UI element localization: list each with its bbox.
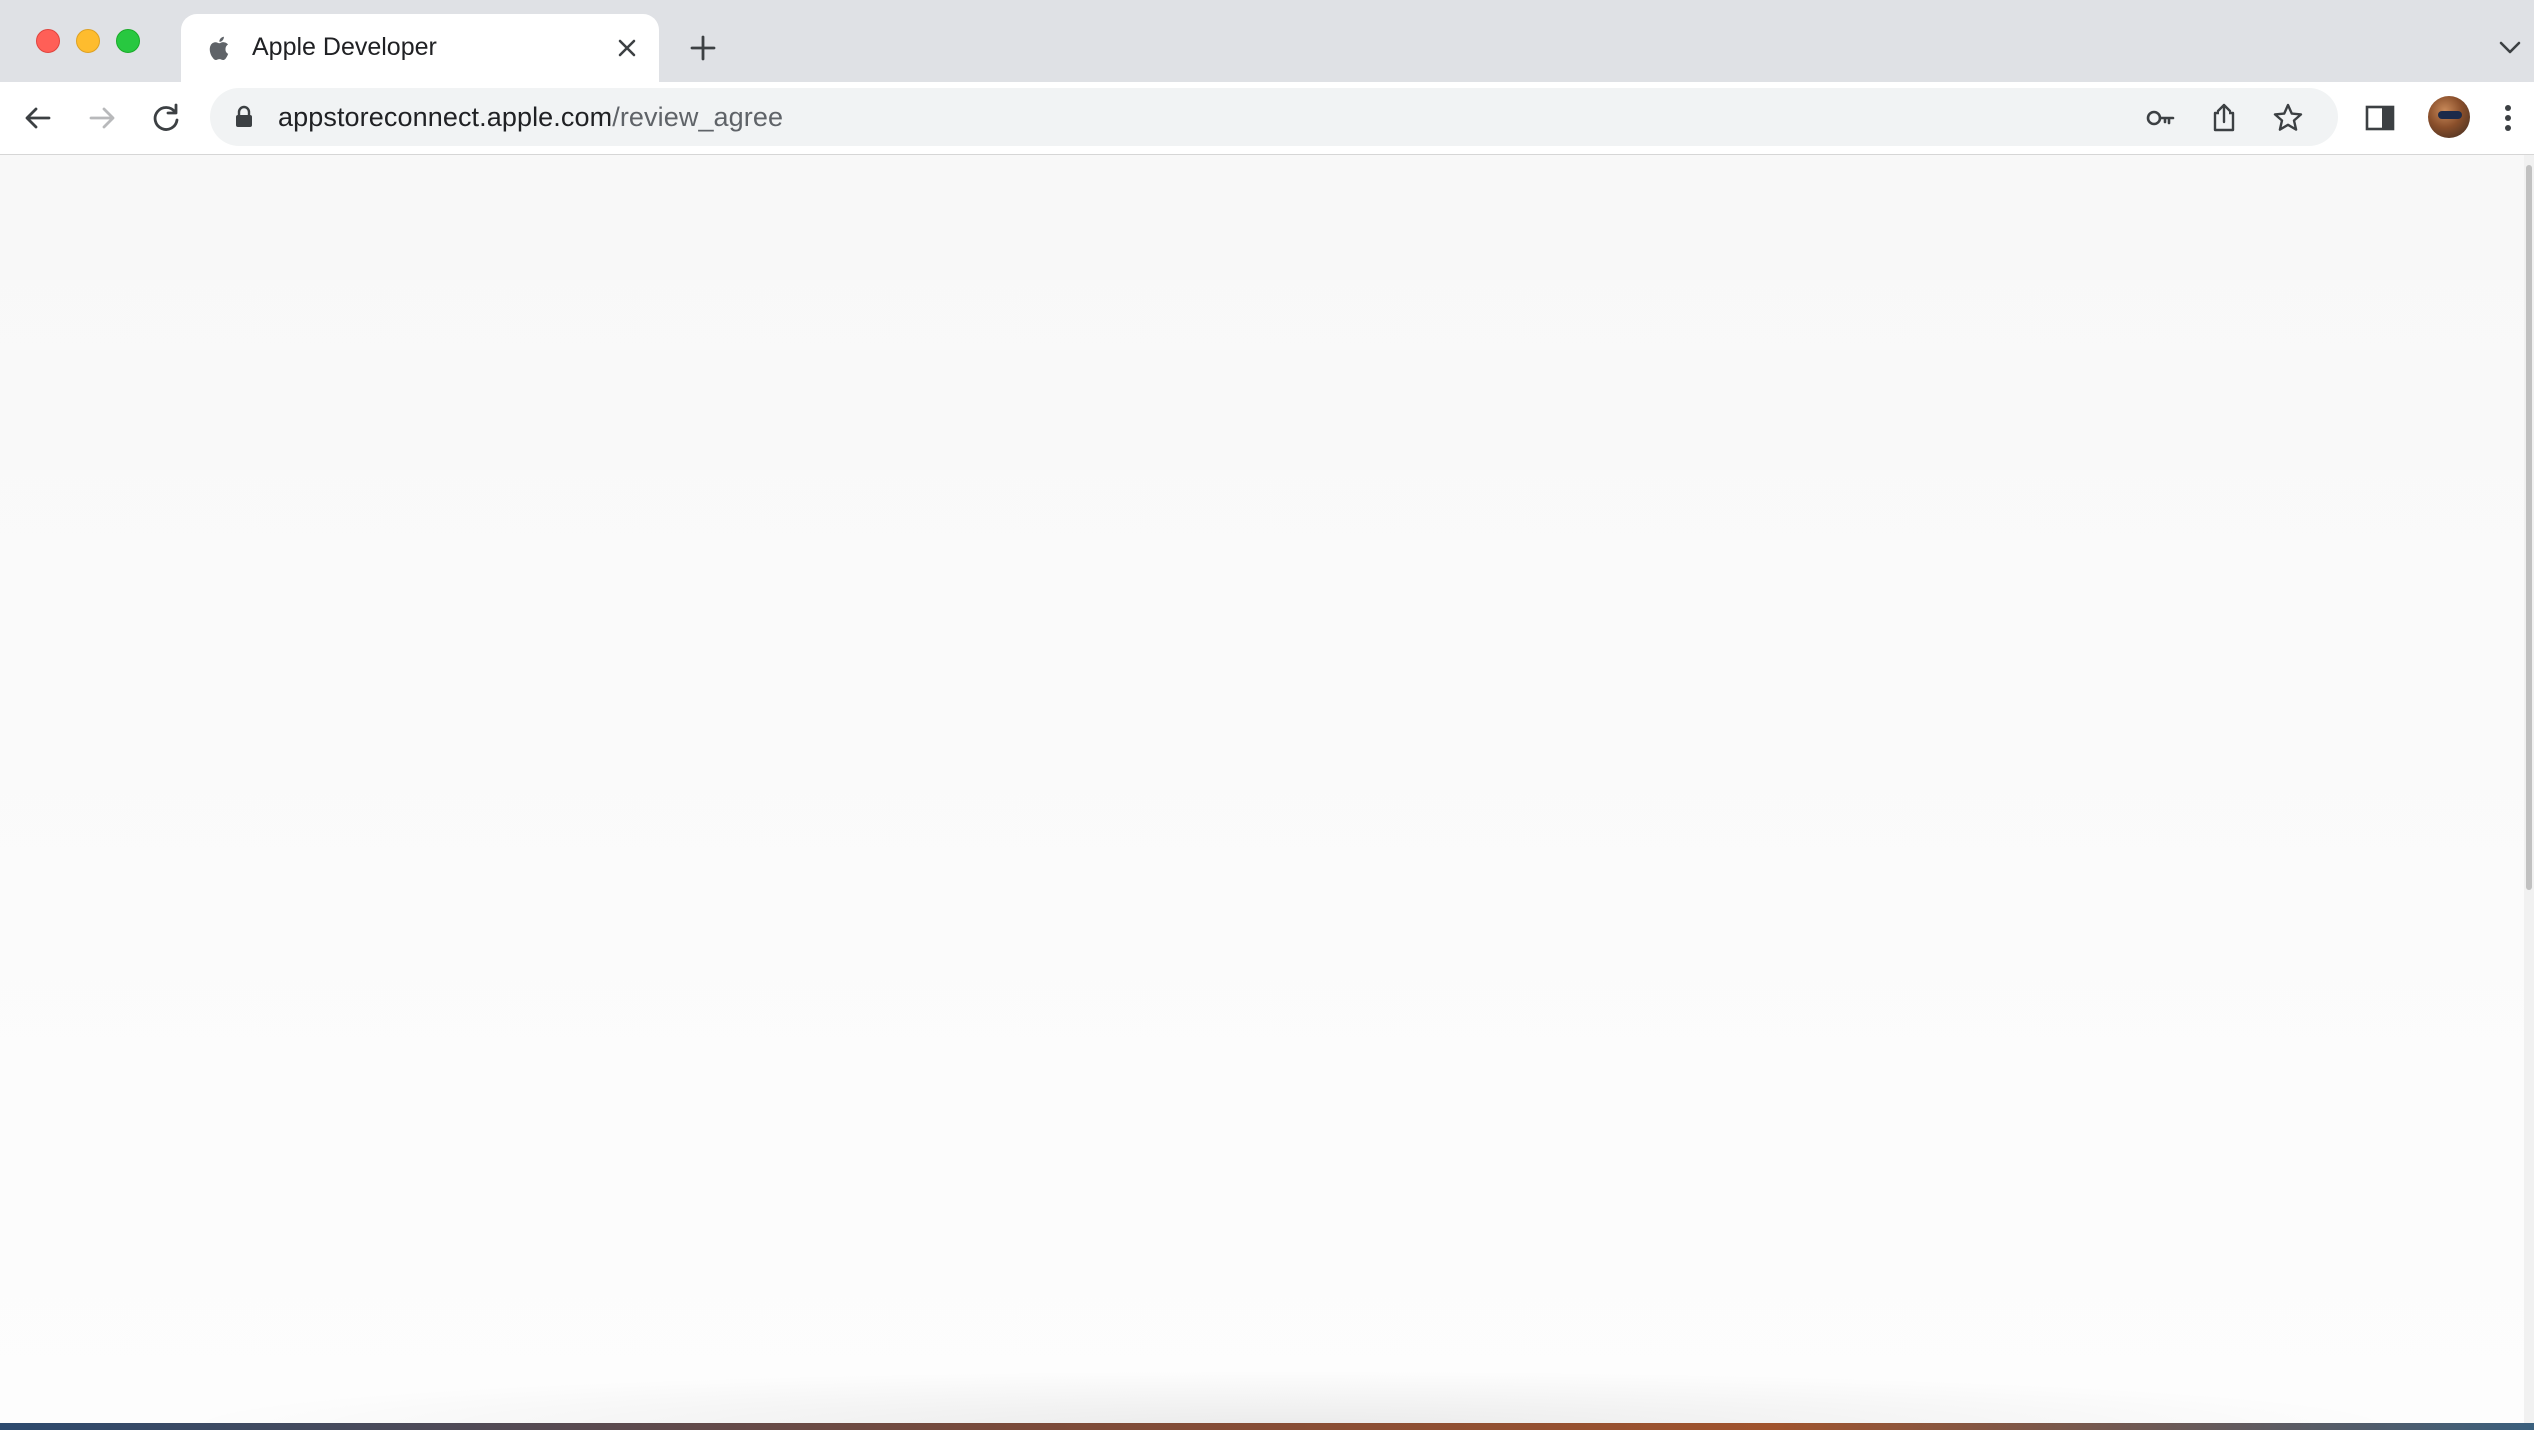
minimize-window-button[interactable]: [76, 29, 100, 53]
lock-icon[interactable]: [234, 105, 254, 129]
scrollbar-thumb[interactable]: [2526, 165, 2532, 890]
share-icon[interactable]: [2208, 102, 2240, 134]
more-vert-icon[interactable]: [2490, 100, 2526, 136]
back-arrow-icon[interactable]: [20, 100, 56, 136]
avatar[interactable]: [2428, 96, 2470, 138]
bottom-shadow: [160, 1370, 2420, 1425]
close-tab-icon[interactable]: [614, 35, 640, 61]
chevron-down-icon[interactable]: [2496, 36, 2524, 58]
tab-title: Apple Developer: [252, 33, 437, 61]
url-domain: appstoreconnect.apple.com: [278, 102, 613, 132]
apple-logo-icon: [209, 36, 229, 60]
url-path: /review_agree: [612, 102, 784, 132]
fullscreen-window-button[interactable]: [116, 29, 140, 53]
new-tab-icon[interactable]: [688, 33, 718, 63]
close-window-button[interactable]: [36, 29, 60, 53]
key-icon[interactable]: [2144, 102, 2176, 134]
desktop-background-strip: [0, 1423, 2534, 1430]
tab-strip: Apple Developer: [0, 0, 2534, 82]
reload-icon[interactable]: [148, 100, 184, 136]
star-icon[interactable]: [2272, 102, 2304, 134]
browser-tab[interactable]: Apple Developer: [181, 14, 659, 82]
browser-toolbar: appstoreconnect.apple.com/review_agree: [0, 82, 2534, 154]
side-panel-icon[interactable]: [2362, 100, 2398, 136]
forward-arrow-icon[interactable]: [84, 100, 120, 136]
address-bar[interactable]: appstoreconnect.apple.com/review_agree: [210, 88, 2338, 146]
page-content: [0, 155, 2528, 1423]
url-text[interactable]: appstoreconnect.apple.com/review_agree: [278, 102, 783, 133]
